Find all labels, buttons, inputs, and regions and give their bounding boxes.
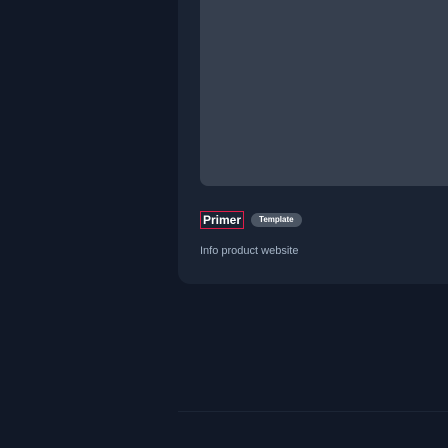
left-panel [0, 0, 178, 448]
card-thumbnail[interactable] [200, 0, 448, 186]
divider [178, 411, 448, 412]
card-description: Info product website [200, 245, 299, 257]
card-title-row: Primer Template [200, 210, 302, 230]
template-badge: Template [251, 213, 302, 227]
card-title[interactable]: Primer [200, 211, 245, 229]
page: Primer Template Info product website [0, 0, 448, 448]
